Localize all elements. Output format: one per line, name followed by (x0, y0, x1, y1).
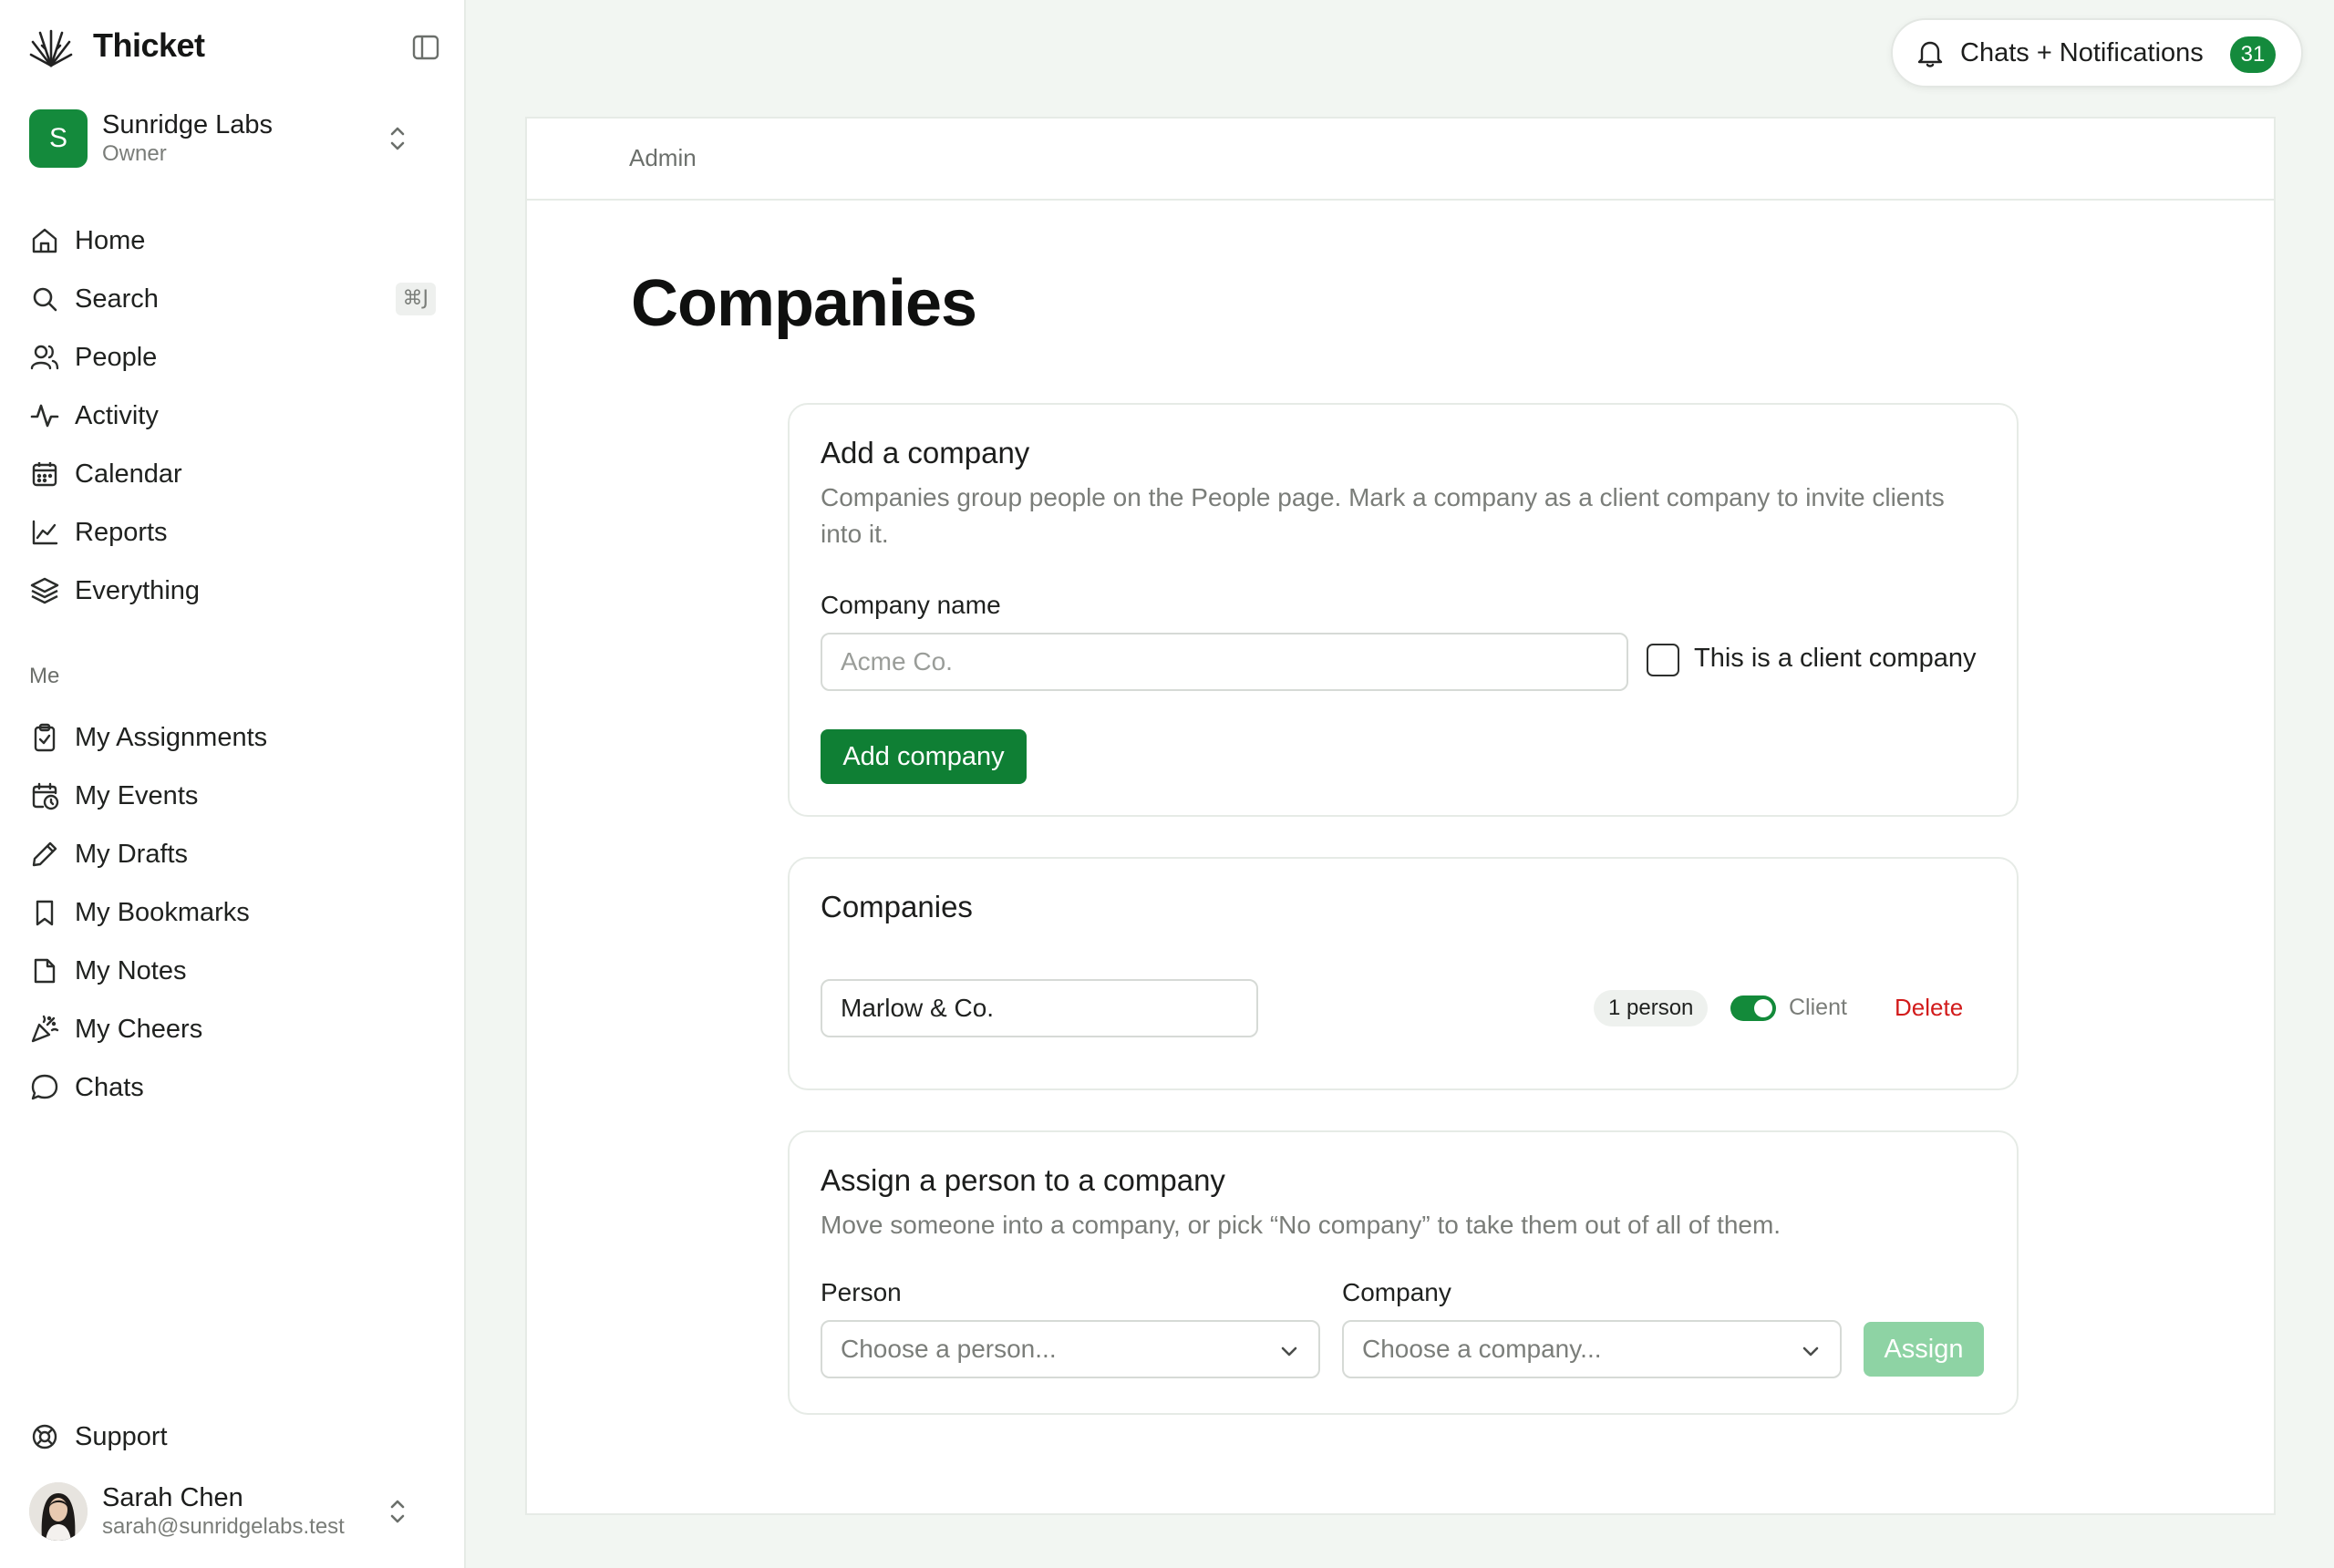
avatar (29, 1482, 88, 1541)
assign-title: Assign a person to a company (821, 1163, 1225, 1197)
nav-item-my-assignments[interactable]: My Assignments (26, 708, 449, 767)
nav-item-my-events[interactable]: My Events (26, 767, 449, 825)
bookmark-icon (29, 897, 60, 928)
user-menu[interactable]: Sarah Chen sarah@sunridgelabs.test (29, 1477, 441, 1546)
activity-icon (29, 400, 60, 431)
chevron-up-down-icon (385, 122, 410, 155)
add-company-title: Add a company (821, 436, 1030, 469)
me-section-label: Me (29, 664, 60, 688)
add-company-panel: Add a company Companies group people on … (788, 403, 2019, 817)
notifications-label: Chats + Notifications (1960, 37, 2204, 67)
home-icon (29, 225, 60, 256)
company-label: Company (1342, 1278, 1451, 1306)
companies-title: Companies (821, 890, 973, 923)
bell-icon (1915, 37, 1946, 68)
notifications-count-badge: 31 (2230, 36, 2276, 73)
nav-item-my-cheers[interactable]: My Cheers (26, 1000, 449, 1058)
calendar-clock-icon (29, 780, 60, 811)
sidebar: Thicket S Sunridge Labs Owner Home Searc… (0, 0, 466, 1568)
client-company-checkbox[interactable] (1647, 644, 1679, 676)
pencil-icon (29, 839, 60, 870)
nav-item-calendar[interactable]: Calendar (26, 445, 449, 503)
person-label: Person (821, 1278, 902, 1306)
search-icon (29, 284, 60, 315)
main-content: Admin Companies Add a company Companies … (525, 117, 2276, 1515)
notifications-button[interactable]: Chats + Notifications 31 (1891, 18, 2303, 88)
breadcrumb-admin[interactable]: Admin (629, 144, 697, 172)
chevron-up-down-icon (385, 1495, 410, 1528)
nav-item-my-notes[interactable]: My Notes (26, 942, 449, 1000)
thicket-logo-icon (27, 22, 75, 69)
add-company-button[interactable]: Add company (821, 729, 1027, 784)
assign-person-panel: Assign a person to a company Move someon… (788, 1130, 2019, 1415)
main-nav: Home Search ⌘J People Activity Calendar … (26, 211, 449, 620)
calendar-icon (29, 459, 60, 490)
nav-item-everything[interactable]: Everything (26, 562, 449, 620)
layers-icon (29, 575, 60, 606)
sidebar-toggle-icon[interactable] (407, 31, 443, 64)
nav-item-search[interactable]: Search ⌘J (26, 270, 449, 328)
company-name-input[interactable] (821, 633, 1628, 691)
nav-item-home[interactable]: Home (26, 211, 449, 270)
org-name: Sunridge Labs (102, 110, 274, 139)
nav-item-my-bookmarks[interactable]: My Bookmarks (26, 883, 449, 942)
brand[interactable]: Thicket (27, 22, 205, 69)
nav-item-my-drafts[interactable]: My Drafts (26, 825, 449, 883)
people-count-badge: 1 person (1594, 990, 1709, 1026)
add-company-description: Companies group people on the People pag… (821, 483, 1945, 548)
lifebuoy-icon (29, 1421, 60, 1452)
assign-description: Move someone into a company, or pick “No… (821, 1211, 1781, 1239)
company-name-label: Company name (821, 591, 1001, 619)
user-name: Sarah Chen (102, 1483, 243, 1512)
assign-button[interactable]: Assign (1864, 1322, 1984, 1377)
client-toggle-label: Client (1789, 995, 1847, 1020)
nav-item-chats[interactable]: Chats (26, 1058, 449, 1117)
org-avatar: S (29, 109, 88, 168)
nav-item-support[interactable]: Support (26, 1408, 449, 1466)
page-title: Companies (631, 267, 977, 340)
chevron-down-icon (1800, 1340, 1822, 1362)
org-switcher[interactable]: S Sunridge Labs Owner (29, 108, 441, 170)
org-role: Owner (102, 141, 167, 166)
party-icon (29, 1014, 60, 1045)
company-select-value: Choose a company... (1362, 1335, 1602, 1363)
clipboard-icon (29, 722, 60, 753)
companies-panel: Companies 1 person Client Delete (788, 857, 2019, 1090)
note-icon (29, 955, 60, 986)
app-name: Thicket (93, 26, 205, 64)
person-select-value: Choose a person... (841, 1335, 1057, 1363)
nav-item-activity[interactable]: Activity (26, 387, 449, 445)
delete-company-button[interactable]: Delete (1895, 994, 1963, 1022)
chevron-down-icon (1278, 1340, 1300, 1362)
user-email: sarah@sunridgelabs.test (102, 1514, 345, 1539)
support-nav: Support (26, 1408, 449, 1466)
chat-icon (29, 1072, 60, 1103)
company-name-field[interactable] (821, 979, 1258, 1037)
me-nav: My Assignments My Events My Drafts My Bo… (26, 708, 449, 1117)
nav-item-people[interactable]: People (26, 328, 449, 387)
nav-item-reports[interactable]: Reports (26, 503, 449, 562)
client-company-checkbox-label: This is a client company (1694, 644, 1977, 673)
breadcrumb: Admin (527, 119, 2274, 201)
search-shortcut-badge: ⌘J (395, 283, 436, 315)
person-select[interactable]: Choose a person... (821, 1320, 1320, 1378)
company-select[interactable]: Choose a company... (1342, 1320, 1842, 1378)
people-icon (29, 342, 60, 373)
client-toggle[interactable] (1730, 995, 1776, 1021)
chart-icon (29, 517, 60, 548)
